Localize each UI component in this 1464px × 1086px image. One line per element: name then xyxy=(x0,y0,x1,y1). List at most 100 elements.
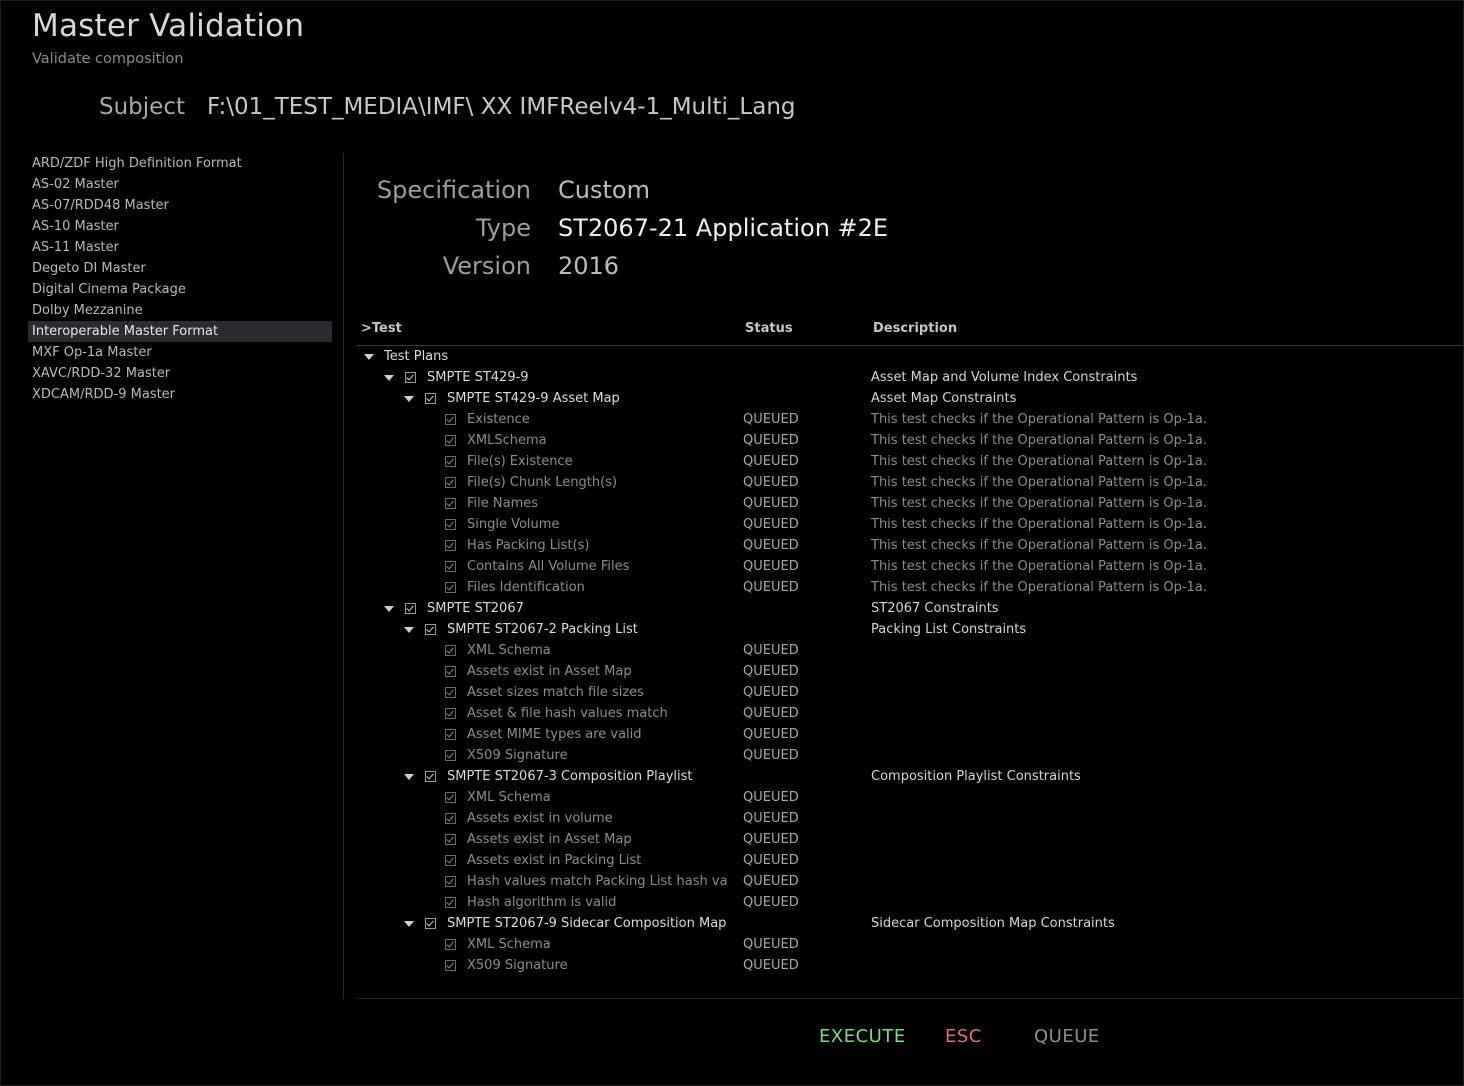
test-group-row[interactable]: SMPTE ST2067-9 Sidecar Composition Map Si… xyxy=(357,913,1464,934)
checkbox-checked-icon[interactable] xyxy=(425,771,436,782)
test-row[interactable]: Contains All Volume Files QUEUED This test… xyxy=(357,556,1464,577)
status-cell: QUEUED xyxy=(743,559,799,574)
test-label: SMPTE ST2067-3 Composition Playlist xyxy=(447,769,693,784)
test-cell: SMPTE ST2067-3 Composition Playlist xyxy=(357,766,729,787)
checkbox-checked-icon[interactable] xyxy=(425,624,436,635)
checkbox-checked-icon[interactable] xyxy=(405,372,416,383)
checkbox-checked-icon[interactable] xyxy=(445,750,456,761)
checkbox-checked-icon[interactable] xyxy=(445,540,456,551)
test-row[interactable]: XMLSchema QUEUED This test checks if the O… xyxy=(357,430,1464,451)
sidebar-item[interactable]: XAVC/RDD-32 Master xyxy=(28,363,332,384)
execute-button[interactable]: EXECUTE xyxy=(819,1026,906,1047)
expand-triangle-icon[interactable] xyxy=(384,606,394,612)
checkbox-checked-icon[interactable] xyxy=(445,855,456,866)
expand-triangle-icon[interactable] xyxy=(384,375,394,381)
sidebar-item[interactable]: ARD/ZDF High Definition Format xyxy=(28,153,332,174)
test-group-row[interactable]: SMPTE ST2067-2 Packing List Packing List … xyxy=(357,619,1464,640)
test-row[interactable]: Assets exist in Packing List QUEUED xyxy=(357,850,1464,871)
checkbox-checked-icon[interactable] xyxy=(445,666,456,677)
checkbox-checked-icon[interactable] xyxy=(445,792,456,803)
sidebar-item[interactable]: AS-11 Master xyxy=(28,237,332,258)
test-row[interactable]: Assets exist in Asset Map QUEUED xyxy=(357,661,1464,682)
test-row[interactable]: Has Packing List(s) QUEUED This test check… xyxy=(357,535,1464,556)
sidebar-item[interactable]: Digital Cinema Package xyxy=(28,279,332,300)
checkbox-checked-icon[interactable] xyxy=(445,687,456,698)
description-cell: ST2067 Constraints xyxy=(871,601,999,616)
checkbox-checked-icon[interactable] xyxy=(425,918,436,929)
status-cell: QUEUED xyxy=(743,412,799,427)
sidebar-item[interactable]: XDCAM/RDD-9 Master xyxy=(28,384,332,405)
test-row[interactable]: XML Schema QUEUED xyxy=(357,787,1464,808)
test-row[interactable]: Existence QUEUED This test checks if the O… xyxy=(357,409,1464,430)
checkbox-checked-icon[interactable] xyxy=(445,456,456,467)
test-group-row[interactable]: SMPTE ST2067-3 Composition Playlist Compo… xyxy=(357,766,1464,787)
test-row[interactable]: Hash algorithm is valid QUEUED xyxy=(357,892,1464,913)
sidebar-item[interactable]: AS-02 Master xyxy=(28,174,332,195)
checkbox-checked-icon[interactable] xyxy=(445,582,456,593)
expand-triangle-icon[interactable] xyxy=(404,627,414,633)
checkbox-checked-icon[interactable] xyxy=(445,939,456,950)
checkbox-checked-icon[interactable] xyxy=(425,393,436,404)
master-format-list: ARD/ZDF High Definition Format AS-02 Mast… xyxy=(28,153,332,405)
column-header-test[interactable]: >Test xyxy=(361,321,402,336)
spec-row-type: Type ST2067-21 Application #2E xyxy=(358,214,1058,250)
sidebar-item[interactable]: AS-07/RDD48 Master xyxy=(28,195,332,216)
checkbox-checked-icon[interactable] xyxy=(445,498,456,509)
checkbox-checked-icon[interactable] xyxy=(445,645,456,656)
checkbox-checked-icon[interactable] xyxy=(445,813,456,824)
test-row[interactable]: File(s) Existence QUEUED This test checks … xyxy=(357,451,1464,472)
test-row[interactable]: XML Schema QUEUED xyxy=(357,934,1464,955)
test-row[interactable]: Asset sizes match file sizes QUEUED xyxy=(357,682,1464,703)
column-header-description[interactable]: Description xyxy=(873,321,957,336)
checkbox-checked-icon[interactable] xyxy=(445,435,456,446)
test-group-row[interactable]: SMPTE ST2067 ST2067 Constraints xyxy=(357,598,1464,619)
test-row[interactable]: Assets exist in Asset Map QUEUED xyxy=(357,829,1464,850)
expand-triangle-icon[interactable] xyxy=(404,396,414,402)
test-row[interactable]: Hash values match Packing List hash va..… xyxy=(357,871,1464,892)
test-row[interactable]: Asset & file hash values match QUEUED xyxy=(357,703,1464,724)
checkbox-checked-icon[interactable] xyxy=(445,561,456,572)
test-row[interactable]: XML Schema QUEUED xyxy=(357,640,1464,661)
checkbox-checked-icon[interactable] xyxy=(445,708,456,719)
subject-path: F:\01_TEST_MEDIA\IMF\ XX IMFReelv4-1_Mul… xyxy=(207,94,796,120)
test-row[interactable]: Single Volume QUEUED This test checks if t… xyxy=(357,514,1464,535)
queue-button[interactable]: QUEUE xyxy=(1034,1026,1100,1047)
subject-label: Subject xyxy=(99,94,185,120)
sidebar-item[interactable]: MXF Op-1a Master xyxy=(28,342,332,363)
checkbox-checked-icon[interactable] xyxy=(445,414,456,425)
test-row[interactable]: File(s) Chunk Length(s) QUEUED This test c… xyxy=(357,472,1464,493)
sidebar-item[interactable]: Degeto DI Master xyxy=(28,258,332,279)
checkbox-checked-icon[interactable] xyxy=(405,603,416,614)
esc-button[interactable]: ESC xyxy=(945,1026,982,1047)
sidebar-item[interactable]: Dolby Mezzanine xyxy=(28,300,332,321)
test-row[interactable]: Assets exist in volume QUEUED xyxy=(357,808,1464,829)
test-row[interactable]: Files Identification QUEUED This test chec… xyxy=(357,577,1464,598)
test-row[interactable]: File Names QUEUED This test checks if the … xyxy=(357,493,1464,514)
status-cell: QUEUED xyxy=(743,706,799,721)
test-cell: Single Volume xyxy=(357,514,729,535)
test-row[interactable]: X509 Signature QUEUED xyxy=(357,745,1464,766)
column-header-status[interactable]: Status xyxy=(745,321,793,336)
checkbox-checked-icon[interactable] xyxy=(445,876,456,887)
test-group-row[interactable]: Test Plans xyxy=(357,346,1464,367)
test-cell: File(s) Existence xyxy=(357,451,729,472)
expand-triangle-icon[interactable] xyxy=(364,354,374,360)
checkbox-checked-icon[interactable] xyxy=(445,897,456,908)
test-group-row[interactable]: SMPTE ST429-9 Asset Map Asset Map Constra… xyxy=(357,388,1464,409)
sidebar-item[interactable]: Interoperable Master Format xyxy=(28,321,332,342)
description-cell: This test checks if the Operational Patt… xyxy=(871,454,1207,469)
sidebar-item[interactable]: AS-10 Master xyxy=(28,216,332,237)
test-label: Asset sizes match file sizes xyxy=(467,685,644,700)
checkbox-checked-icon[interactable] xyxy=(445,477,456,488)
checkbox-checked-icon[interactable] xyxy=(445,960,456,971)
test-row[interactable]: Asset MIME types are valid QUEUED xyxy=(357,724,1464,745)
test-label: Assets exist in Packing List xyxy=(467,853,642,868)
status-cell: QUEUED xyxy=(743,937,799,952)
checkbox-checked-icon[interactable] xyxy=(445,519,456,530)
checkbox-checked-icon[interactable] xyxy=(445,834,456,845)
checkbox-checked-icon[interactable] xyxy=(445,729,456,740)
test-group-row[interactable]: SMPTE ST429-9 Asset Map and Volume Index … xyxy=(357,367,1464,388)
expand-triangle-icon[interactable] xyxy=(404,774,414,780)
expand-triangle-icon[interactable] xyxy=(404,921,414,927)
test-row[interactable]: X509 Signature QUEUED xyxy=(357,955,1464,976)
